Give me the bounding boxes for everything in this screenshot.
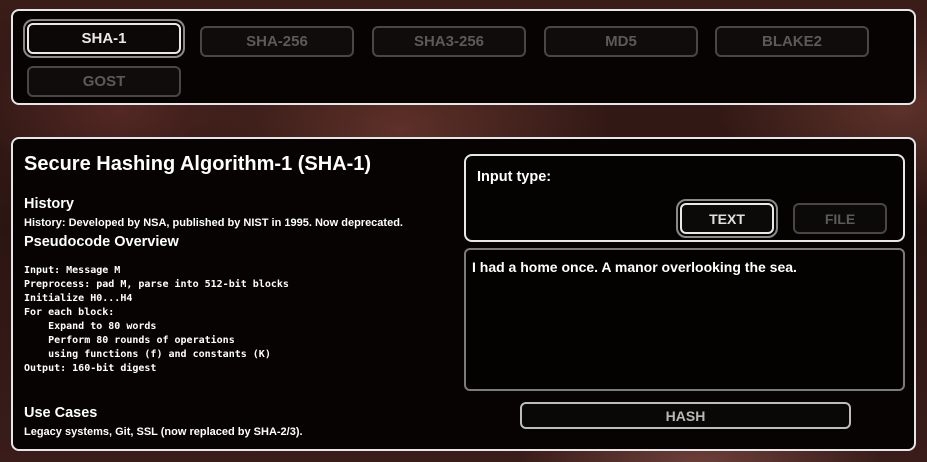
use-cases-text: Legacy systems, Git, SSL (now replaced b…: [24, 426, 303, 438]
algo-button-gost[interactable]: GOST: [27, 66, 181, 97]
pseudocode-heading: Pseudocode Overview: [24, 234, 179, 250]
hash-button[interactable]: HASH: [520, 402, 851, 429]
input-type-label: Input type:: [477, 169, 552, 185]
algo-button-sha256[interactable]: SHA-256: [200, 26, 354, 57]
pseudocode-block: Input: Message M Preprocess: pad M, pars…: [24, 265, 289, 374]
algo-button-blake2[interactable]: BLAKE2: [715, 26, 869, 57]
use-cases-heading: Use Cases: [24, 405, 98, 421]
algorithm-selector-panel: SHA-1 SHA-256 SHA3-256 MD5 BLAKE2 GOST: [11, 9, 916, 105]
algo-button-sha3-256[interactable]: SHA3-256: [372, 26, 526, 57]
algo-button-sha1[interactable]: SHA-1: [23, 19, 185, 58]
history-heading: History: [24, 196, 74, 212]
history-text: History: Developed by NSA, published by …: [24, 217, 403, 229]
message-input[interactable]: I had a home once. A manor overlooking t…: [464, 248, 905, 391]
text-type-button[interactable]: TEXT: [676, 199, 778, 238]
file-type-button[interactable]: FILE: [793, 203, 887, 234]
algo-button-md5[interactable]: MD5: [544, 26, 698, 57]
algorithm-title: Secure Hashing Algorithm-1 (SHA-1): [24, 153, 372, 175]
input-type-panel: Input type: TEXT FILE: [464, 154, 905, 242]
algorithm-detail-panel: Secure Hashing Algorithm-1 (SHA-1) Histo…: [11, 137, 916, 451]
